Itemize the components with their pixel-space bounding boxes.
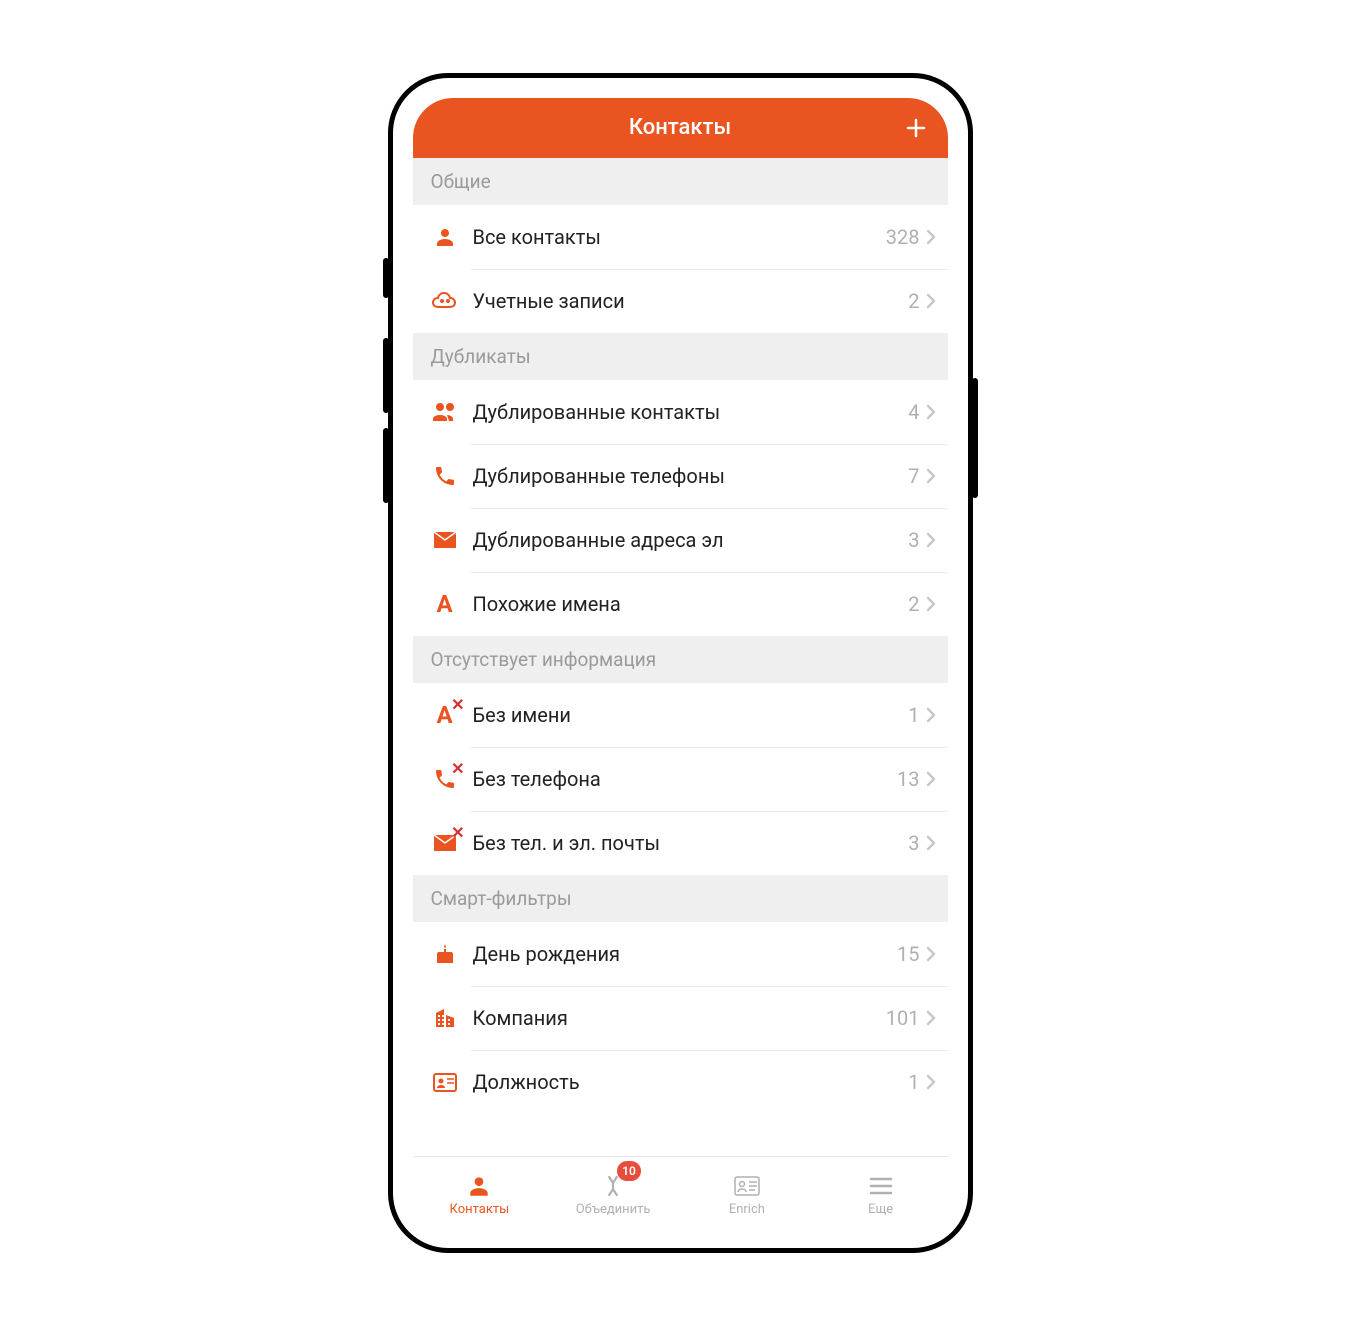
row-count: 4 — [908, 400, 919, 424]
chevron-right-icon — [926, 404, 936, 420]
mail-x-icon: ✕ — [431, 829, 459, 857]
row-count: 2 — [908, 289, 919, 313]
row-no-name[interactable]: A✕ Без имени 1 — [413, 683, 948, 747]
letter-a-icon: A — [431, 590, 459, 618]
row-similar-names[interactable]: A Похожие имена 2 — [413, 572, 948, 636]
row-label: Без телефона — [473, 767, 898, 791]
side-button — [383, 428, 389, 503]
cake-icon — [431, 940, 459, 968]
app-header: Контакты — [413, 98, 948, 158]
row-count: 15 — [897, 942, 919, 966]
hamburger-icon — [867, 1172, 895, 1200]
row-label: Дублированные контакты — [473, 400, 909, 424]
row-no-phone[interactable]: ✕ Без телефона 13 — [413, 747, 948, 811]
row-count: 328 — [886, 225, 920, 249]
row-count: 3 — [908, 528, 919, 552]
people-icon — [431, 398, 459, 426]
side-button — [383, 338, 389, 413]
section-header-general: Общие — [413, 158, 948, 205]
add-button[interactable] — [904, 116, 928, 140]
person-icon — [431, 223, 459, 251]
row-label: День рождения — [473, 942, 898, 966]
screen: Контакты Общие Все контакты 328 — [413, 98, 948, 1228]
tab-contacts[interactable]: Контакты — [413, 1157, 547, 1228]
row-all-contacts[interactable]: Все контакты 328 — [413, 205, 948, 269]
enrich-icon — [733, 1172, 761, 1200]
row-duplicate-contacts[interactable]: Дублированные контакты 4 — [413, 380, 948, 444]
tab-label: Объединить — [576, 1202, 651, 1217]
chevron-right-icon — [926, 468, 936, 484]
tab-badge: 10 — [617, 1161, 641, 1181]
chevron-right-icon — [926, 1010, 936, 1026]
chevron-right-icon — [926, 707, 936, 723]
phone-frame: Контакты Общие Все контакты 328 — [388, 73, 973, 1253]
side-button — [972, 378, 978, 498]
row-label: Без тел. и эл. почты — [473, 831, 909, 855]
tab-enrich[interactable]: Enrich — [680, 1157, 814, 1228]
row-count: 1 — [908, 703, 919, 727]
phone-x-icon: ✕ — [431, 765, 459, 793]
tab-merge[interactable]: 10 Объединить — [546, 1157, 680, 1228]
letter-a-x-icon: A✕ — [431, 701, 459, 729]
section-header-duplicates: Дубликаты — [413, 333, 948, 380]
section-header-smart-filters: Смарт-фильтры — [413, 875, 948, 922]
row-label: Компания — [473, 1006, 886, 1030]
row-duplicate-emails[interactable]: Дублированные адреса эл 3 — [413, 508, 948, 572]
plus-icon — [904, 116, 928, 140]
building-icon — [431, 1004, 459, 1032]
row-label: Похожие имена — [473, 592, 909, 616]
row-company[interactable]: Компания 101 — [413, 986, 948, 1050]
row-label: Должность — [473, 1070, 909, 1094]
chevron-right-icon — [926, 229, 936, 245]
tab-bar: Контакты 10 Объединить Enrich Еще — [413, 1156, 948, 1228]
row-label: Без имени — [473, 703, 909, 727]
row-count: 2 — [908, 592, 919, 616]
row-label: Учетные записи — [473, 289, 909, 313]
row-count: 1 — [908, 1070, 919, 1094]
row-job-title[interactable]: Должность 1 — [413, 1050, 948, 1114]
person-icon — [465, 1172, 493, 1200]
mail-icon — [431, 526, 459, 554]
row-duplicate-phones[interactable]: Дублированные телефоны 7 — [413, 444, 948, 508]
cloud-group-icon — [431, 287, 459, 315]
id-card-icon — [431, 1068, 459, 1096]
chevron-right-icon — [926, 771, 936, 787]
row-count: 13 — [897, 767, 919, 791]
chevron-right-icon — [926, 293, 936, 309]
row-count: 7 — [908, 464, 919, 488]
row-birthday[interactable]: День рождения 15 — [413, 922, 948, 986]
section-header-missing-info: Отсутствует информация — [413, 636, 948, 683]
row-no-phone-email[interactable]: ✕ Без тел. и эл. почты 3 — [413, 811, 948, 875]
row-label: Дублированные адреса эл — [473, 528, 909, 552]
side-button — [383, 258, 389, 298]
chevron-right-icon — [926, 946, 936, 962]
row-count: 3 — [908, 831, 919, 855]
row-count: 101 — [886, 1006, 920, 1030]
row-accounts[interactable]: Учетные записи 2 — [413, 269, 948, 333]
chevron-right-icon — [926, 835, 936, 851]
tab-label: Enrich — [729, 1202, 765, 1217]
page-title: Контакты — [629, 115, 731, 140]
chevron-right-icon — [926, 1074, 936, 1090]
phone-icon — [431, 462, 459, 490]
tab-label: Контакты — [450, 1202, 510, 1217]
content-list[interactable]: Общие Все контакты 328 — [413, 158, 948, 1156]
row-label: Все контакты — [473, 225, 886, 249]
tab-more[interactable]: Еще — [814, 1157, 948, 1228]
chevron-right-icon — [926, 596, 936, 612]
row-label: Дублированные телефоны — [473, 464, 909, 488]
tab-label: Еще — [868, 1202, 893, 1217]
chevron-right-icon — [926, 532, 936, 548]
